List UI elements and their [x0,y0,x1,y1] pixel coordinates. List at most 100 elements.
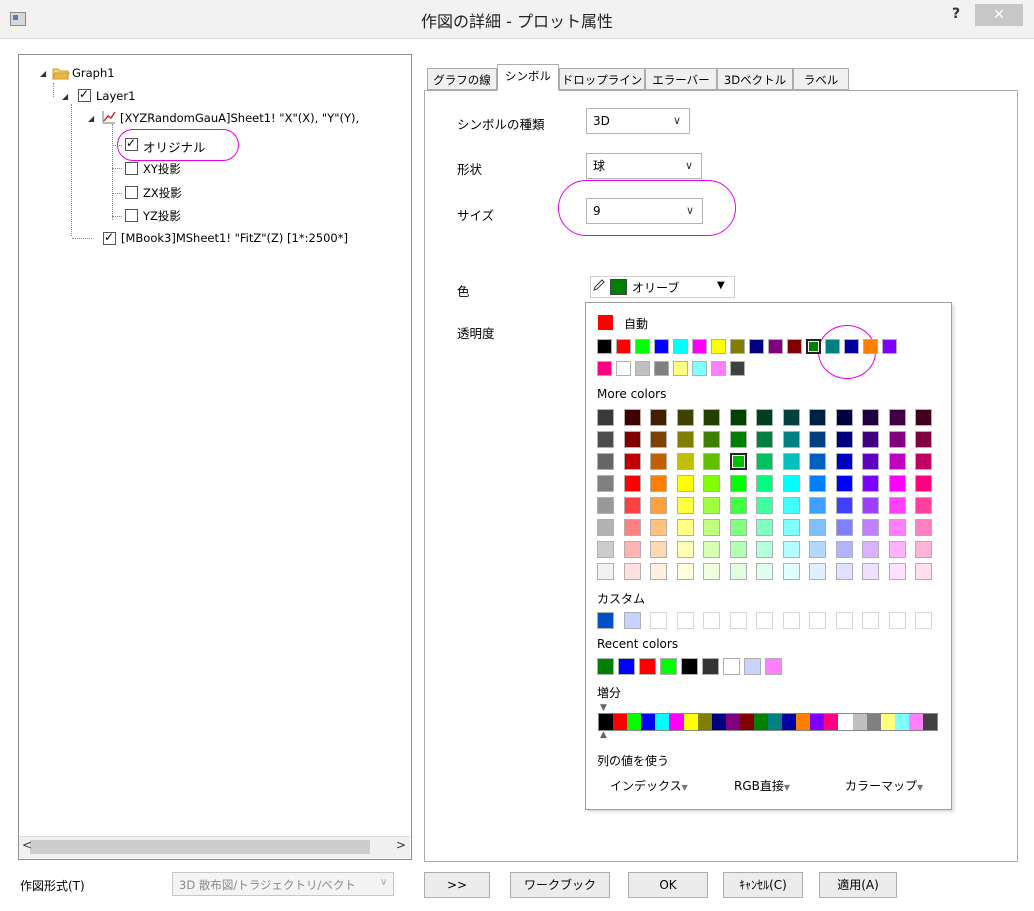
increment-start-marker-icon[interactable]: ▼ [600,703,607,713]
custom-color-swatch[interactable] [756,612,773,629]
basic-color-swatch[interactable] [730,339,745,354]
more-color-swatch[interactable] [676,541,694,558]
tree-item-plot[interactable]: [XYZRandomGauA]Sheet1! "X"(X), "Y"(Y), [120,111,359,125]
more-color-swatch[interactable] [729,519,747,536]
tree-item-graph1[interactable]: Graph1 [72,66,115,80]
basic-color-swatch[interactable] [673,339,688,354]
more-color-swatch[interactable] [597,431,614,448]
more-color-swatch[interactable] [782,541,800,558]
custom-color-swatch[interactable] [623,612,641,629]
plot-tree[interactable] [18,54,412,860]
more-color-swatch[interactable] [915,431,932,448]
more-color-swatch[interactable] [650,431,667,448]
tab-symbol[interactable]: シンボル [497,64,559,91]
more-color-swatch[interactable] [835,475,853,492]
increment-end-marker-icon[interactable]: ▲ [600,730,607,740]
more-color-swatch[interactable] [597,475,614,492]
more-color-swatch[interactable] [597,453,614,470]
recent-color-swatch[interactable] [744,658,761,675]
recent-color-swatch[interactable] [702,658,719,675]
collapse-triangle-icon[interactable]: ◢ [40,69,46,78]
cancel-button[interactable]: ｷｬﾝｾﾙ(C) [723,872,803,898]
more-color-swatch[interactable] [862,409,879,426]
recent-color-swatch[interactable] [639,658,656,675]
colormap-menu[interactable]: カラーマップ▼ [845,777,923,794]
collapse-triangle-icon[interactable]: ◢ [88,114,94,123]
more-color-swatch[interactable] [650,519,667,536]
recent-color-swatch[interactable] [660,658,677,675]
more-color-swatch[interactable] [888,409,906,426]
tree-item-fit-plot[interactable]: [MBook3]MSheet1! "FitZ"(Z) [1*:2500*] [121,231,348,245]
increment-color-bar[interactable] [598,713,938,731]
more-color-swatch[interactable] [888,431,906,448]
basic-color-swatch[interactable] [768,339,783,354]
more-color-swatch[interactable] [729,453,747,470]
more-color-swatch[interactable] [676,519,694,536]
more-color-swatch[interactable] [835,497,853,514]
more-color-swatch[interactable] [809,475,826,492]
basic-color-swatch[interactable] [616,339,631,354]
more-color-swatch[interactable] [835,453,853,470]
basic-color-swatch[interactable] [825,339,840,354]
recent-color-swatch[interactable] [723,658,740,675]
more-color-swatch[interactable] [703,519,720,536]
more-color-swatch[interactable] [703,409,720,426]
custom-color-swatch[interactable] [835,612,853,629]
more-color-swatch[interactable] [809,453,826,470]
more-color-swatch[interactable] [915,541,932,558]
more-color-swatch[interactable] [729,497,747,514]
more-color-swatch[interactable] [915,453,932,470]
more-color-swatch[interactable] [809,497,826,514]
more-color-swatch[interactable] [782,497,800,514]
more-color-swatch[interactable] [676,563,694,580]
more-color-swatch[interactable] [623,563,641,580]
more-color-swatch[interactable] [756,475,773,492]
more-color-swatch[interactable] [756,431,773,448]
more-color-swatch[interactable] [650,409,667,426]
more-color-swatch[interactable] [862,431,879,448]
custom-color-swatch[interactable] [729,612,747,629]
ok-button[interactable]: OK [628,872,708,898]
more-color-swatch[interactable] [703,563,720,580]
tab-drop-line[interactable]: ドロップライン [559,68,645,90]
more-color-swatch[interactable] [703,475,720,492]
more-color-swatch[interactable] [703,431,720,448]
more-color-swatch[interactable] [597,497,614,514]
fit-plot-checkbox[interactable] [103,232,116,245]
more-color-swatch[interactable] [915,475,932,492]
custom-color-swatch[interactable] [650,612,667,629]
more-color-swatch[interactable] [862,475,879,492]
more-color-swatch[interactable] [703,453,720,470]
more-color-swatch[interactable] [782,563,800,580]
more-color-swatch[interactable] [862,541,879,558]
more-color-swatch[interactable] [729,431,747,448]
more-color-swatch[interactable] [809,519,826,536]
basic-color-swatch[interactable] [863,339,878,354]
basic-color-swatch[interactable] [787,339,802,354]
more-color-swatch[interactable] [809,409,826,426]
tree-item-xy-projection[interactable]: XY投影 [143,161,181,177]
more-color-swatch[interactable] [597,409,614,426]
basic-color-swatch[interactable] [692,339,707,354]
more-color-swatch[interactable] [623,409,641,426]
more-color-swatch[interactable] [756,541,773,558]
more-color-swatch[interactable] [703,497,720,514]
basic-color-swatch[interactable] [882,339,897,354]
plot-type-select[interactable]: 3D 散布図/トラジェクトリ/ベクト [172,872,394,896]
more-color-swatch[interactable] [888,519,906,536]
help-button[interactable]: ? [952,6,960,22]
xy-projection-checkbox[interactable] [125,162,138,175]
more-color-swatch[interactable] [888,541,906,558]
tree-item-yz-projection[interactable]: YZ投影 [143,208,181,224]
more-color-swatch[interactable] [835,519,853,536]
more-color-swatch[interactable] [862,563,879,580]
scroll-right-icon[interactable]: > [396,838,406,852]
more-color-swatch[interactable] [756,519,773,536]
more-color-swatch[interactable] [597,563,614,580]
index-menu[interactable]: インデックス▼ [610,777,688,794]
tab-label[interactable]: ラベル [793,68,849,90]
recent-color-swatch[interactable] [765,658,782,675]
collapse-triangle-icon[interactable]: ◢ [62,92,68,101]
more-color-swatch[interactable] [915,519,932,536]
custom-color-swatch[interactable] [888,612,906,629]
